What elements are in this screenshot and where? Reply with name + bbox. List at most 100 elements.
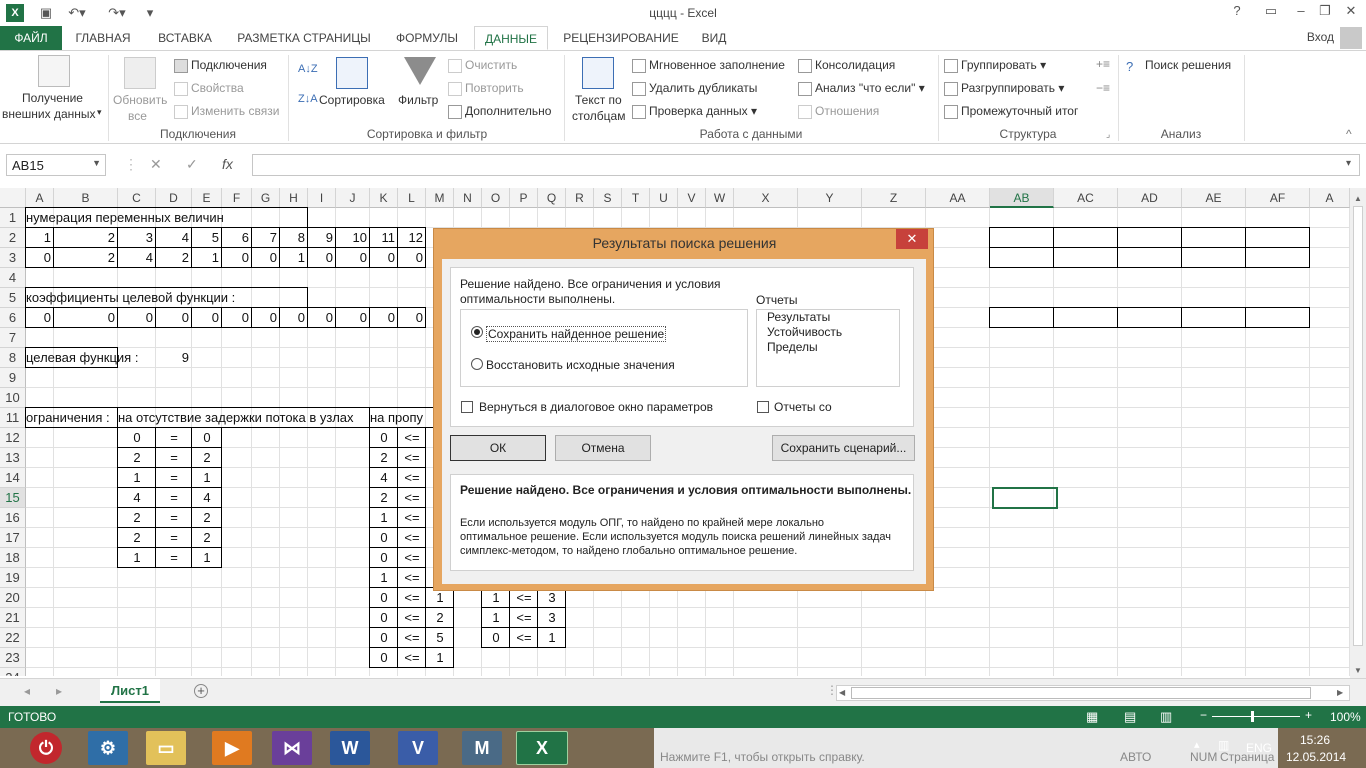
cell[interactable]: <= <box>398 588 426 608</box>
advanced-button[interactable]: Дополнительно <box>448 104 551 119</box>
cell[interactable]: = <box>156 448 192 468</box>
cell[interactable]: 0 <box>222 248 252 268</box>
outline-reports-label[interactable]: Отчеты со <box>774 400 832 414</box>
network-icon[interactable]: ▥ <box>1218 738 1229 752</box>
cell[interactable]: 6 <box>222 228 252 248</box>
tab-page-layout[interactable]: РАЗМЕТКА СТРАНИЦЫ <box>228 26 380 50</box>
cell[interactable]: 4 <box>156 228 192 248</box>
add-sheet-button[interactable]: + <box>194 684 208 698</box>
tab-formulas[interactable]: ФОРМУЛЫ <box>386 26 468 50</box>
row-header[interactable]: 8 <box>0 348 26 368</box>
return-params-label[interactable]: Вернуться в диалоговое окно параметров <box>479 400 713 414</box>
cell[interactable]: 1 <box>192 248 222 268</box>
avatar[interactable] <box>1340 27 1362 49</box>
cell[interactable]: 1 <box>426 588 454 608</box>
tab-insert[interactable]: ВСТАВКА <box>148 26 222 50</box>
chevron-down-icon[interactable]: ▾ <box>97 107 102 118</box>
column-header[interactable]: H <box>280 188 308 208</box>
group-button[interactable]: Группировать ▾ <box>944 58 1046 73</box>
dialog-close-button[interactable]: ✕ <box>896 229 928 249</box>
row-header[interactable]: 21 <box>0 608 26 628</box>
visual-studio-icon[interactable]: ⋈ <box>272 731 312 765</box>
what-if-button[interactable]: Анализ "что если" ▾ <box>798 81 925 96</box>
column-header[interactable]: AA <box>926 188 990 208</box>
cell[interactable]: 7 <box>252 228 280 248</box>
row-header[interactable]: 23 <box>0 648 26 668</box>
vertical-scrollbar[interactable]: ▲ ▼ <box>1350 188 1366 678</box>
cell[interactable]: 0 <box>370 588 398 608</box>
report-results[interactable]: Результаты <box>767 310 830 324</box>
cell[interactable]: 1 <box>118 468 156 488</box>
cell[interactable]: 0 <box>370 308 398 328</box>
cell[interactable]: 0 <box>192 308 222 328</box>
clear-button[interactable]: Очистить <box>448 58 517 73</box>
text-to-columns-label-1[interactable]: Текст по <box>575 93 622 107</box>
zoom-in-icon[interactable]: + <box>1305 708 1312 722</box>
tab-data[interactable]: ДАННЫЕ <box>474 26 548 50</box>
cell[interactable]: 8 <box>280 228 308 248</box>
row-header[interactable]: 22 <box>0 628 26 648</box>
column-header[interactable]: B <box>54 188 118 208</box>
cell[interactable]: 4 <box>370 468 398 488</box>
confirm-entry-icon[interactable]: ✓ <box>186 156 198 173</box>
connections-button[interactable]: Подключения <box>174 58 267 73</box>
cell[interactable]: 0 <box>54 308 118 328</box>
row-header[interactable]: 4 <box>0 268 26 288</box>
cell[interactable]: <= <box>510 588 538 608</box>
properties-button[interactable]: Свойства <box>174 81 244 96</box>
row-header[interactable]: 5 <box>0 288 26 308</box>
cell[interactable]: <= <box>398 608 426 628</box>
cell[interactable]: 9 <box>156 348 192 368</box>
cell[interactable]: 9 <box>308 228 336 248</box>
cell[interactable]: 5 <box>426 628 454 648</box>
column-header[interactable]: Z <box>862 188 926 208</box>
file-explorer-icon[interactable]: ▭ <box>146 731 186 765</box>
cell[interactable]: ограничения : <box>26 408 118 428</box>
cell[interactable]: 0 <box>370 248 398 268</box>
cell[interactable]: <= <box>398 628 426 648</box>
cell[interactable]: 4 <box>118 248 156 268</box>
column-header[interactable]: X <box>734 188 798 208</box>
sort-az-icon[interactable]: A↓Z <box>298 63 318 75</box>
row-header[interactable]: 3 <box>0 248 26 268</box>
cell[interactable]: 0 <box>482 628 510 648</box>
media-player-icon[interactable]: ▶ <box>212 731 252 765</box>
keep-solution-radio[interactable] <box>471 326 483 338</box>
cell[interactable]: <= <box>398 488 426 508</box>
cell[interactable]: 2 <box>370 448 398 468</box>
column-header[interactable]: W <box>706 188 734 208</box>
vertical-scroll-thumb[interactable] <box>1353 206 1363 646</box>
select-all-corner[interactable] <box>0 188 26 208</box>
column-header[interactable]: I <box>308 188 336 208</box>
cell[interactable]: 0 <box>370 548 398 568</box>
formula-input[interactable] <box>252 154 1360 176</box>
refresh-all-label-2[interactable]: все <box>128 109 147 123</box>
ungroup-button[interactable]: Разгруппировать ▾ <box>944 81 1064 96</box>
sign-in-link[interactable]: Вход <box>1307 30 1334 44</box>
cell[interactable]: 0 <box>308 248 336 268</box>
cell[interactable]: <= <box>398 508 426 528</box>
report-limits[interactable]: Пределы <box>767 340 818 354</box>
row-header[interactable]: 13 <box>0 448 26 468</box>
zoom-slider[interactable] <box>1212 716 1300 717</box>
ok-button[interactable]: ОК <box>450 435 546 461</box>
next-sheet-icon[interactable]: ▸ <box>56 684 62 698</box>
cell[interactable]: <= <box>398 568 426 588</box>
control-panel-icon[interactable]: ⚙ <box>88 731 128 765</box>
cell[interactable]: 4 <box>118 488 156 508</box>
word-icon[interactable]: W <box>330 731 370 765</box>
cell[interactable]: 0 <box>370 648 398 668</box>
column-header[interactable]: Q <box>538 188 566 208</box>
insert-function-icon[interactable]: fx <box>222 156 233 172</box>
zoom-out-icon[interactable]: − <box>1200 708 1207 722</box>
cell[interactable]: 0 <box>192 428 222 448</box>
row-header[interactable]: 7 <box>0 328 26 348</box>
column-header[interactable]: T <box>622 188 650 208</box>
column-header[interactable]: A <box>1310 188 1350 208</box>
column-header[interactable]: O <box>482 188 510 208</box>
cell[interactable]: целевая функция : <box>26 348 138 368</box>
relationships-button[interactable]: Отношения <box>798 104 879 119</box>
cell[interactable]: = <box>156 508 192 528</box>
cell[interactable]: <= <box>510 628 538 648</box>
cell[interactable]: <= <box>398 448 426 468</box>
